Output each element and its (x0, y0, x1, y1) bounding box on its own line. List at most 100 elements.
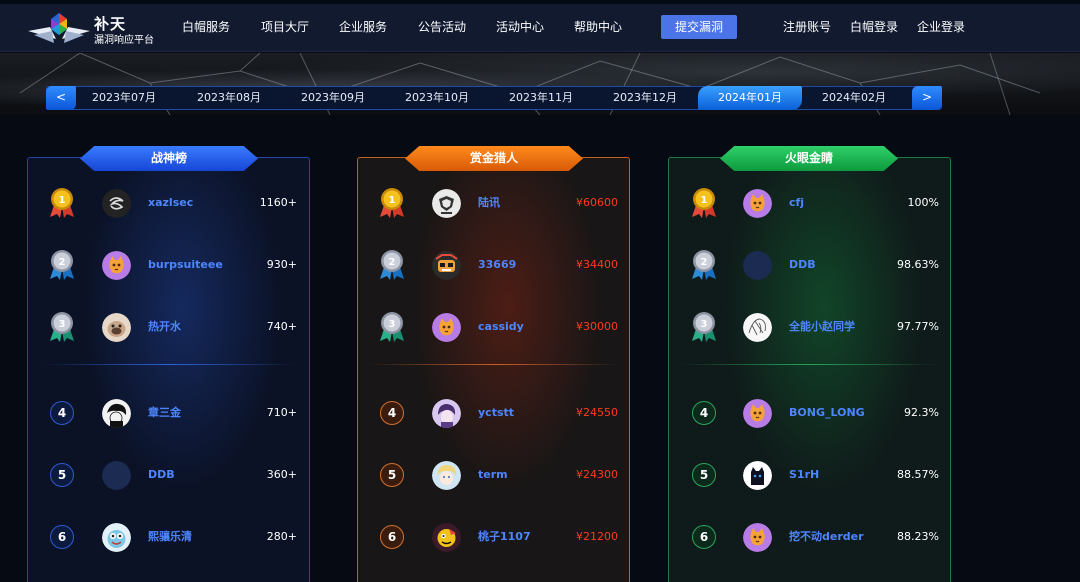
avatar[interactable] (102, 313, 131, 342)
medal-rank-number: 3 (59, 319, 66, 330)
score-value: 97.77% (897, 320, 939, 333)
score-value: 98.63% (897, 258, 939, 271)
medal-rank-number: 3 (389, 319, 396, 330)
username-link-bounty-hunter[interactable]: yctstt (478, 406, 514, 420)
score-value: 88.57% (897, 468, 939, 481)
nav-enterprise-services[interactable]: 企业服务 (339, 0, 387, 52)
gold-medal-icon: 1 (690, 187, 718, 219)
month-tab-2024-02[interactable]: 2024年02月 (818, 86, 890, 110)
score-value: ¥60600 (576, 196, 618, 209)
rank-badge: 5 (380, 463, 404, 487)
month-tab-2023-09[interactable]: 2023年09月 (297, 86, 369, 110)
submit-vulnerability-button[interactable]: 提交漏洞 (661, 15, 737, 39)
month-tab-2023-08[interactable]: 2023年08月 (193, 86, 265, 110)
avatar[interactable] (432, 251, 461, 280)
rank-badge: 4 (50, 401, 74, 425)
leaderboard-bounty-hunter (357, 157, 630, 582)
prev-month-button[interactable]: < (46, 86, 76, 110)
logo-subtitle: 漏洞响应平台 (94, 35, 154, 46)
username-link-sharp-eye[interactable]: BONG_LONG (789, 406, 865, 420)
username-link-war-god[interactable]: 熙骧乐清 (148, 530, 192, 544)
avatar[interactable] (432, 189, 461, 218)
avatar[interactable] (743, 313, 772, 342)
medal-rank-number: 1 (389, 195, 396, 206)
rank-badge: 5 (692, 463, 716, 487)
bronze-medal-icon: 3 (378, 311, 406, 343)
username-link-sharp-eye[interactable]: cfj (789, 196, 804, 210)
username-link-bounty-hunter[interactable]: term (478, 468, 508, 482)
month-tab-2023-07[interactable]: 2023年07月 (88, 86, 160, 110)
top-navigation-bar: 补天 漏洞响应平台 白帽服务 项目大厅 企业服务 公告活动 活动中心 帮助中心 … (0, 0, 1080, 52)
username-link-bounty-hunter[interactable]: 桃子1107 (478, 530, 531, 544)
board-title-war-god: 战神榜 (80, 146, 258, 171)
medal-rank-number: 2 (389, 257, 396, 268)
board-divider (368, 364, 620, 365)
leaderboard-sharp-eye (668, 157, 951, 582)
medal-rank-number: 2 (701, 257, 708, 268)
month-tab-2024-01[interactable]: 2024年01月 (698, 86, 802, 110)
score-value: ¥34400 (576, 258, 618, 271)
enterprise-login-link[interactable]: 企业登录 (917, 0, 965, 52)
avatar[interactable] (743, 399, 772, 428)
leaderboard-war-god (27, 157, 310, 582)
username-link-war-god[interactable]: 章三金 (148, 406, 181, 420)
username-link-bounty-hunter[interactable]: 33669 (478, 258, 516, 272)
nav-project-hall[interactable]: 项目大厅 (261, 0, 309, 52)
avatar[interactable] (743, 189, 772, 218)
avatar[interactable] (102, 189, 131, 218)
score-value: 710+ (266, 406, 297, 419)
score-value: 740+ (266, 320, 297, 333)
username-link-sharp-eye[interactable]: 全能小赵同学 (789, 320, 855, 334)
username-link-bounty-hunter[interactable]: 陆讯 (478, 196, 500, 210)
avatar[interactable] (743, 251, 772, 280)
username-link-war-god[interactable]: burpsuiteee (148, 258, 223, 272)
silver-medal-icon: 2 (48, 249, 76, 281)
username-link-sharp-eye[interactable]: DDB (789, 258, 816, 272)
score-value: ¥24300 (576, 468, 618, 481)
score-value: ¥30000 (576, 320, 618, 333)
medal-rank-number: 2 (59, 257, 66, 268)
username-link-bounty-hunter[interactable]: cassidy (478, 320, 524, 334)
rank-badge: 6 (692, 525, 716, 549)
score-value: 930+ (266, 258, 297, 271)
nav-help-center[interactable]: 帮助中心 (574, 0, 622, 52)
username-link-sharp-eye[interactable]: S1rH (789, 468, 819, 482)
site-logo[interactable]: 补天 漏洞响应平台 (26, 9, 166, 46)
score-value: 88.23% (897, 530, 939, 543)
rank-badge: 5 (50, 463, 74, 487)
avatar[interactable] (432, 313, 461, 342)
avatar[interactable] (432, 523, 461, 552)
score-value: 1160+ (259, 196, 297, 209)
username-link-sharp-eye[interactable]: 挖不动derder (789, 530, 864, 544)
whitehat-login-link[interactable]: 白帽登录 (850, 0, 898, 52)
avatar[interactable] (102, 523, 131, 552)
medal-rank-number: 3 (701, 319, 708, 330)
nav-activity-center[interactable]: 活动中心 (496, 0, 544, 52)
avatar[interactable] (432, 399, 461, 428)
avatar[interactable] (102, 251, 131, 280)
avatar[interactable] (743, 523, 772, 552)
month-tab-2023-10[interactable]: 2023年10月 (401, 86, 473, 110)
month-selector-bar (46, 86, 942, 110)
username-link-war-god[interactable]: 热开水 (148, 320, 181, 334)
gold-medal-icon: 1 (378, 187, 406, 219)
month-tab-2023-12[interactable]: 2023年12月 (609, 86, 681, 110)
rank-badge: 4 (692, 401, 716, 425)
next-month-button[interactable]: > (912, 86, 942, 110)
score-value: 92.3% (904, 406, 939, 419)
register-link[interactable]: 注册账号 (783, 0, 831, 52)
nav-announcements[interactable]: 公告活动 (418, 0, 466, 52)
avatar[interactable] (743, 461, 772, 490)
score-value: ¥24550 (576, 406, 618, 419)
score-value: 280+ (266, 530, 297, 543)
month-tab-2023-11[interactable]: 2023年11月 (505, 86, 577, 110)
username-link-war-god[interactable]: DDB (148, 468, 175, 482)
nav-whitehat-services[interactable]: 白帽服务 (182, 0, 230, 52)
username-link-war-god[interactable]: xazlsec (148, 196, 193, 210)
board-divider (680, 364, 938, 365)
board-title-sharp-eye: 火眼金睛 (720, 146, 898, 171)
avatar[interactable] (102, 399, 131, 428)
medal-rank-number: 1 (701, 195, 708, 206)
avatar[interactable] (432, 461, 461, 490)
avatar[interactable] (102, 461, 131, 490)
